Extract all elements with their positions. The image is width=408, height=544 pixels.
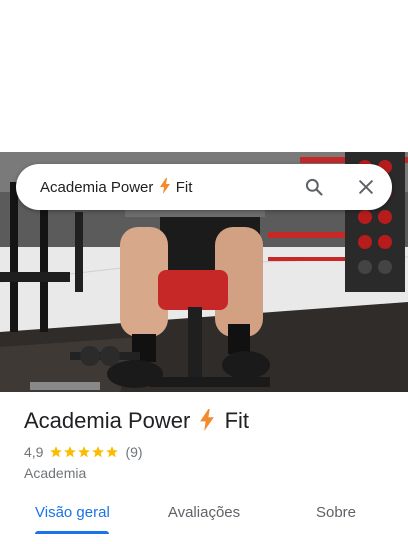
active-tab-indicator [35,531,109,534]
star-icon [64,446,77,458]
place-title: Academia Power Fit [24,408,249,434]
place-category: Academia [24,465,87,481]
search-bar[interactable]: Academia Power Fit [16,164,392,210]
search-query-text: Academia Power [40,179,154,196]
rating-row[interactable]: 4,9 (9) [24,444,143,460]
star-rating [49,445,119,459]
search-input[interactable]: Academia Power Fit [40,178,192,196]
star-icon [106,446,119,458]
tab-bar: Visão geral Avaliações Sobre [0,496,408,544]
star-icon [78,446,91,458]
star-icon [92,446,105,458]
lightning-icon [200,409,215,431]
star-icon [50,446,63,458]
tab-about[interactable]: Sobre [310,504,362,521]
search-icon[interactable] [304,177,324,197]
tab-reviews[interactable]: Avaliações [164,504,244,521]
close-icon[interactable] [356,177,376,197]
tab-overview[interactable]: Visão geral [35,504,110,521]
review-count[interactable]: (9) [125,444,142,460]
place-name: Academia Power [24,408,191,433]
rating-value: 4,9 [24,444,44,460]
search-query-text-suffix: Fit [175,179,193,196]
place-name-suffix: Fit [224,408,250,433]
lightning-icon [159,178,170,194]
